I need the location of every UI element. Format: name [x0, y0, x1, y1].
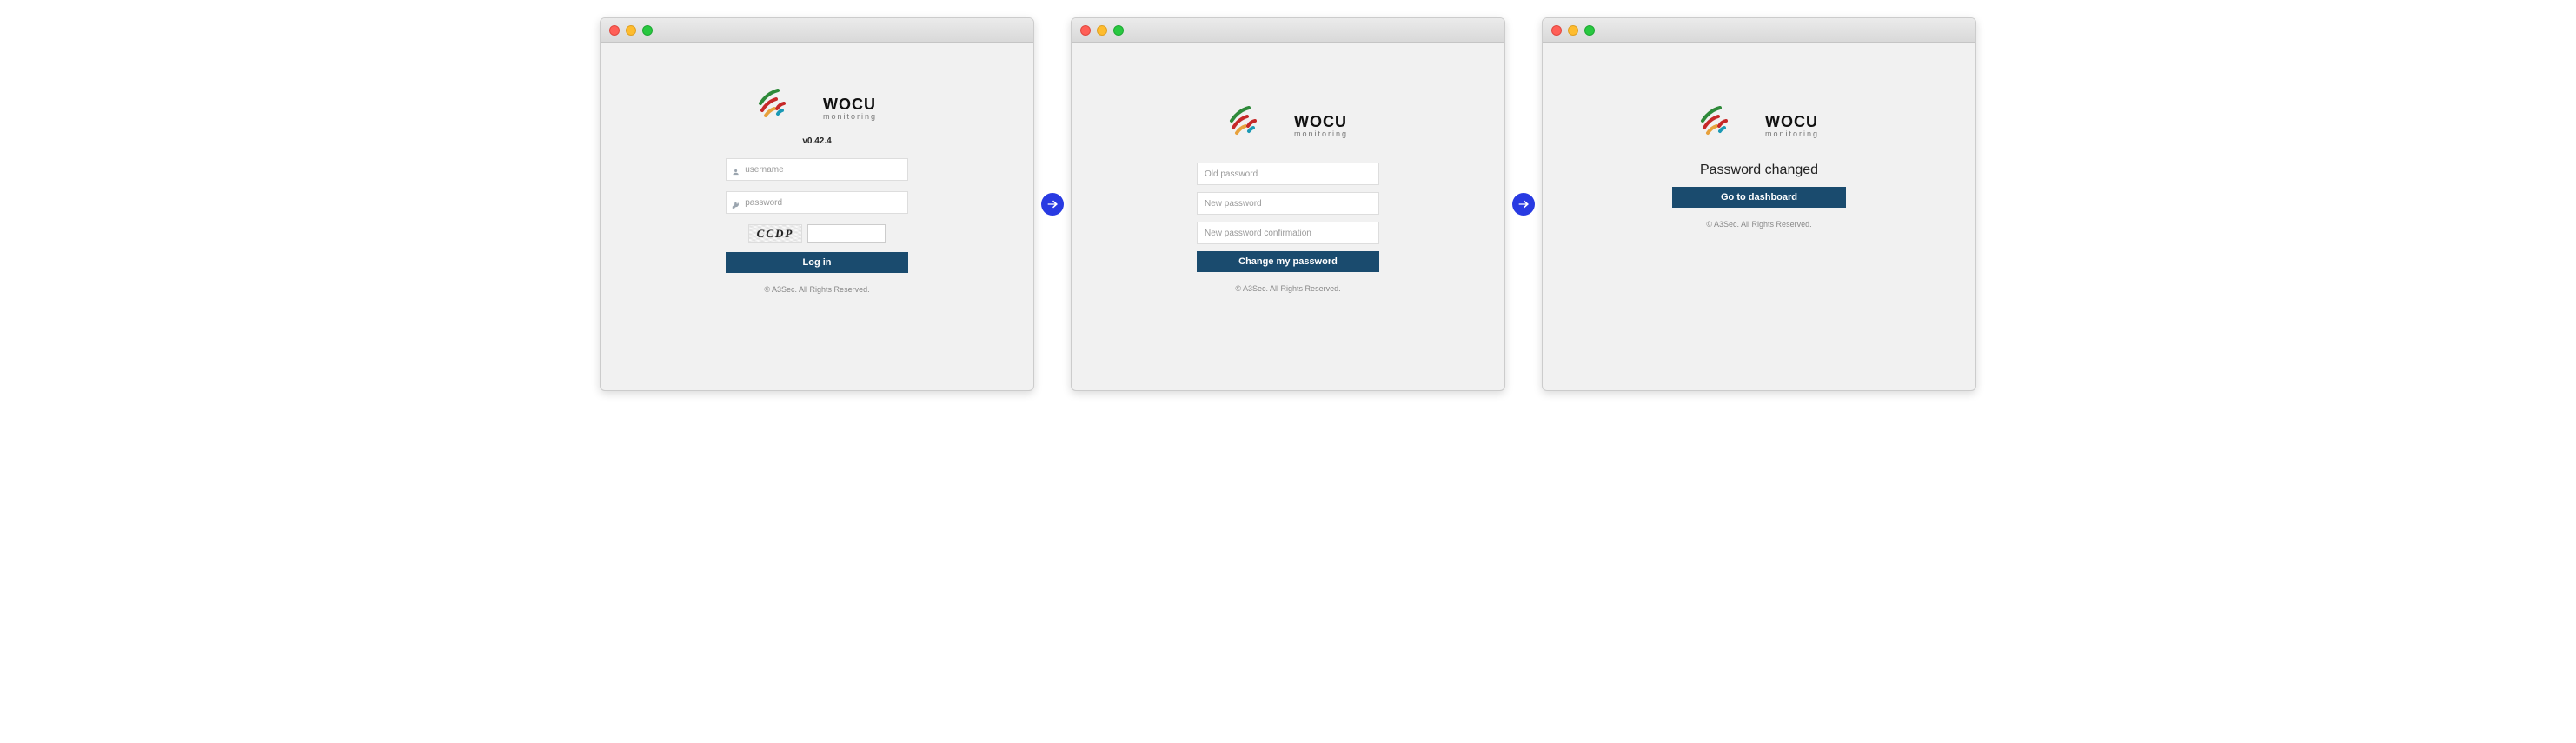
window-password-changed: WOCU monitoring Password changed Go to d… [1542, 17, 1976, 391]
window-login: WOCU monitoring v0.42.4 CCDP Log in © A3… [600, 17, 1034, 391]
password-changed-heading: Password changed [1700, 163, 1818, 178]
window-maximize-dot[interactable] [1113, 25, 1124, 36]
window-titlebar [601, 18, 1033, 43]
login-button[interactable]: Log in [726, 252, 908, 273]
window-titlebar [1072, 18, 1504, 43]
logo-text: WOCU [1294, 113, 1348, 131]
logo-text: WOCU [1765, 113, 1819, 131]
window-maximize-dot[interactable] [1584, 25, 1595, 36]
captcha-image: CCDP [748, 224, 802, 243]
password-input[interactable] [745, 198, 902, 208]
change-password-button[interactable]: Change my password [1197, 251, 1379, 272]
logo-tagline: monitoring [1294, 129, 1348, 138]
footer-text: © A3Sec. All Rights Reserved. [764, 285, 869, 294]
logo-tagline: monitoring [1765, 129, 1819, 138]
window-close-dot[interactable] [609, 25, 620, 36]
captcha-row: CCDP [748, 224, 886, 243]
window-maximize-dot[interactable] [642, 25, 653, 36]
wocu-glyph-icon [1228, 103, 1289, 138]
logo-text: WOCU [823, 96, 877, 114]
app-logo: WOCU monitoring [757, 86, 877, 121]
wocu-glyph-icon [1699, 103, 1760, 138]
window-change-password: WOCU monitoring Change my password © A3S… [1071, 17, 1505, 391]
login-content: WOCU monitoring v0.42.4 CCDP Log in © A3… [601, 43, 1033, 390]
window-close-dot[interactable] [1080, 25, 1091, 36]
change-password-content: WOCU monitoring Change my password © A3S… [1072, 43, 1504, 390]
flow-arrow-icon [1512, 193, 1535, 216]
user-icon [732, 165, 740, 174]
app-version: v0.42.4 [802, 136, 831, 146]
flow-arrow-icon [1041, 193, 1064, 216]
username-field-wrapper [726, 158, 908, 181]
window-minimize-dot[interactable] [1097, 25, 1107, 36]
password-field-wrapper [726, 191, 908, 214]
success-content: WOCU monitoring Password changed Go to d… [1543, 43, 1975, 390]
new-password-input[interactable] [1205, 199, 1371, 209]
window-minimize-dot[interactable] [1568, 25, 1578, 36]
old-password-wrapper [1197, 163, 1379, 185]
confirm-password-input[interactable] [1205, 229, 1371, 238]
captcha-input[interactable] [807, 224, 886, 243]
window-minimize-dot[interactable] [626, 25, 636, 36]
footer-text: © A3Sec. All Rights Reserved. [1706, 220, 1811, 229]
app-logo: WOCU monitoring [1228, 103, 1348, 138]
username-input[interactable] [745, 165, 902, 175]
goto-dashboard-button[interactable]: Go to dashboard [1672, 187, 1846, 208]
old-password-input[interactable] [1205, 169, 1371, 179]
window-close-dot[interactable] [1551, 25, 1562, 36]
wocu-glyph-icon [757, 86, 818, 121]
logo-tagline: monitoring [823, 112, 877, 121]
confirm-password-wrapper [1197, 222, 1379, 244]
app-logo: WOCU monitoring [1699, 103, 1819, 138]
new-password-wrapper [1197, 192, 1379, 215]
window-titlebar [1543, 18, 1975, 43]
key-icon [732, 198, 740, 207]
footer-text: © A3Sec. All Rights Reserved. [1235, 284, 1340, 293]
